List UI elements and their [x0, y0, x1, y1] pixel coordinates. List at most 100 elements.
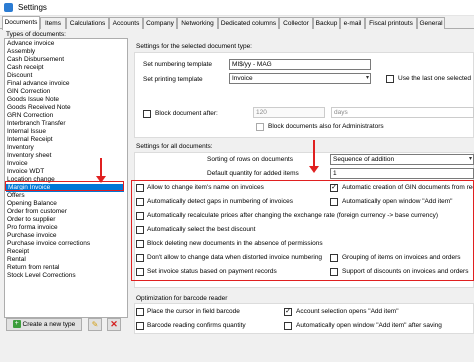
arrow-down-icon	[309, 166, 319, 173]
option-checkbox[interactable]	[330, 198, 338, 206]
tab-email[interactable]: e-mail	[340, 17, 365, 29]
option-label: Automatically detect gaps in numbering o…	[147, 198, 293, 205]
list-item[interactable]: Offers	[7, 192, 125, 200]
list-item[interactable]: Cash Disbursement	[7, 56, 125, 64]
list-item[interactable]: Order to supplier	[7, 216, 125, 224]
option-label: Set invoice status based on payment reco…	[147, 268, 277, 275]
list-item[interactable]: Discount	[7, 72, 125, 80]
arrow-down-icon	[96, 176, 106, 183]
list-item[interactable]: Order from customer	[7, 208, 125, 216]
block-unit-value: days	[334, 109, 348, 116]
block-unit-select[interactable]: days	[331, 107, 474, 118]
use-last-checkbox[interactable]	[386, 75, 394, 83]
barcode-option-checkbox[interactable]	[136, 308, 144, 316]
list-item[interactable]: Assembly	[7, 48, 125, 56]
barcode-option-checkbox-checked[interactable]: ✓	[284, 308, 292, 316]
option-label: Automatically open window "Add item"	[342, 198, 453, 205]
list-item[interactable]: Rental	[7, 256, 125, 264]
create-button-label: Create a new type	[22, 321, 76, 328]
barcode-option-label: Barcode reading confirms quantity	[147, 322, 246, 329]
pencil-icon: ✎	[91, 320, 99, 329]
highlight-box	[5, 181, 124, 191]
option-label: Allow to change item's name on invoices	[147, 184, 264, 191]
option-label: Automatic creation of GIN documents from…	[342, 184, 473, 191]
plus-icon: +	[12, 320, 21, 329]
arrow-shaft	[313, 140, 315, 168]
edit-button[interactable]: ✎	[88, 318, 102, 331]
create-new-type-button[interactable]: + Create a new type	[6, 318, 82, 331]
tab-fiscal-printouts[interactable]: Fiscal printouts	[365, 17, 417, 29]
barcode-option-label: Account selection opens "Add item"	[296, 308, 399, 315]
sorting-value: Sequence of addition	[333, 156, 395, 163]
numbering-template-input[interactable]: MI$/yy - MAG	[229, 59, 371, 70]
option-label: Automatically recalculate prices after c…	[147, 212, 439, 219]
option-label: Grouping of items on invoices and orders	[342, 254, 461, 261]
arrow-shaft	[100, 158, 102, 178]
list-item[interactable]: Inventory	[7, 144, 125, 152]
list-item[interactable]: GRN Correction	[7, 112, 125, 120]
option-checkbox[interactable]	[136, 268, 144, 276]
list-item[interactable]: Final advance invoice	[7, 80, 125, 88]
barcode-option-label: Place the cursor in field barcode	[147, 308, 240, 315]
block-days-input[interactable]: 120	[253, 107, 325, 118]
tab-items[interactable]: Items	[40, 17, 66, 29]
option-label: Support of discounts on invoices and ord…	[342, 268, 469, 275]
option-label: Don't allow to change data when distorte…	[147, 254, 323, 261]
option-checkbox[interactable]	[330, 254, 338, 262]
list-item[interactable]: Pro forma invoice	[7, 224, 125, 232]
sorting-select[interactable]: Sequence of addition ▾	[330, 154, 474, 165]
barcode-option-checkbox[interactable]	[284, 322, 292, 330]
tab-company[interactable]: Company	[143, 17, 177, 29]
block-document-label: Block document after:	[155, 110, 218, 117]
types-group-label: Types of documents:	[6, 31, 66, 38]
option-checkbox-checked[interactable]: ✓	[330, 184, 338, 192]
tab-general[interactable]: General	[417, 17, 445, 29]
list-item[interactable]: Goods Issue Note	[7, 96, 125, 104]
option-checkbox[interactable]	[136, 226, 144, 234]
option-checkbox[interactable]	[136, 240, 144, 248]
block-document-checkbox[interactable]	[143, 110, 151, 118]
list-item[interactable]: Advance invoice	[7, 40, 125, 48]
list-item[interactable]: Inventory sheet	[7, 152, 125, 160]
list-item[interactable]: Purchase invoice	[7, 232, 125, 240]
app-icon	[4, 3, 13, 12]
block-admin-checkbox[interactable]	[256, 123, 264, 131]
list-item[interactable]: Invoice	[7, 160, 125, 168]
list-item[interactable]: Internal Issue	[7, 128, 125, 136]
sorting-label: Sorting of rows on documents	[207, 156, 293, 163]
list-item[interactable]: Purchase invoice corrections	[7, 240, 125, 248]
chevron-down-icon: ▾	[468, 156, 472, 162]
list-item[interactable]: Receipt	[7, 248, 125, 256]
list-item[interactable]: Internal Receipt	[7, 136, 125, 144]
tab-documents[interactable]: Documents	[2, 16, 40, 30]
tab-dedicated-columns[interactable]: Dedicated columns	[218, 17, 279, 29]
list-item[interactable]: Interbranch Transfer	[7, 120, 125, 128]
tab-networking[interactable]: Networking	[177, 17, 218, 29]
list-item[interactable]: Return from rental	[7, 264, 125, 272]
option-checkbox[interactable]	[330, 268, 338, 276]
list-item[interactable]: Goods Received Note	[7, 104, 125, 112]
printing-template-select[interactable]: Invoice ▾	[229, 73, 371, 84]
default-qty-input[interactable]: 1	[330, 168, 474, 179]
tab-accounts[interactable]: Accounts	[109, 17, 143, 29]
option-checkbox[interactable]	[136, 184, 144, 192]
list-item[interactable]: GIN Correction	[7, 88, 125, 96]
tab-calculations[interactable]: Calculations	[66, 17, 109, 29]
tab-strip: Documents Items Calculations Accounts Co…	[0, 16, 474, 30]
document-types-list[interactable]: Advance invoice Assembly Cash Disburseme…	[4, 38, 128, 318]
checkmark-icon: ✓	[331, 184, 337, 191]
option-checkbox[interactable]	[136, 212, 144, 220]
delete-button[interactable]: ✕	[107, 318, 121, 331]
list-item[interactable]: Opening Balance	[7, 200, 125, 208]
list-item[interactable]: Stock Level Corrections	[7, 272, 125, 280]
tab-backup[interactable]: Backup	[313, 17, 340, 29]
barcode-option-checkbox[interactable]	[136, 322, 144, 330]
list-item[interactable]: Invoice WDT	[7, 168, 125, 176]
selected-doc-group-label: Settings for the selected document type:	[136, 43, 252, 50]
list-item[interactable]: Cash receipt	[7, 64, 125, 72]
all-docs-group-label: Settings for all documents:	[136, 143, 213, 150]
option-checkbox[interactable]	[136, 254, 144, 262]
tab-collector[interactable]: Collector	[279, 17, 313, 29]
option-checkbox[interactable]	[136, 198, 144, 206]
printing-label: Set printing template	[143, 76, 203, 83]
